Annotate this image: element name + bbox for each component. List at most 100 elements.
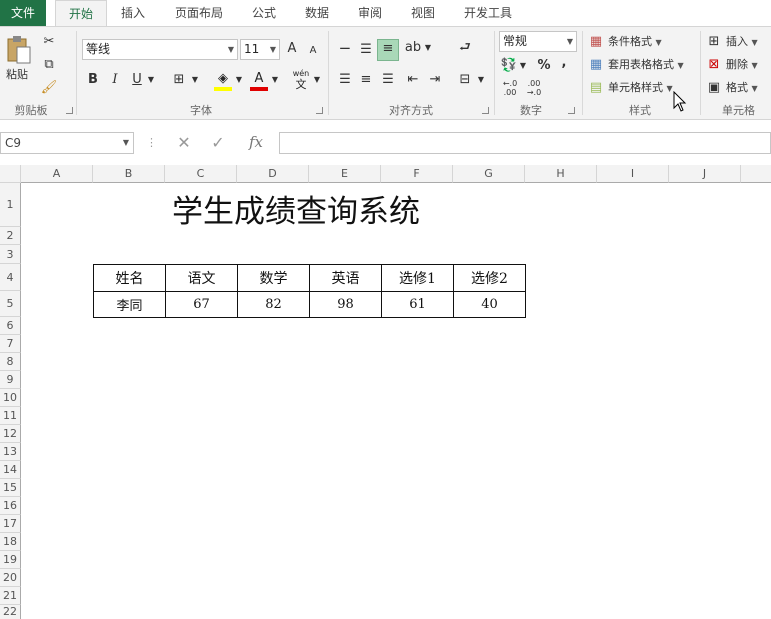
name-box[interactable]: C9 ▼ — [0, 132, 134, 154]
delete-cells-icon[interactable]: ⊠ — [706, 56, 722, 74]
worksheet-grid[interactable]: A B C D E F G H I J 1 2 3 4 5 6 7 8 9 10… — [0, 165, 771, 619]
number-launcher-icon[interactable] — [568, 107, 575, 114]
row-header-5[interactable]: 5 — [0, 291, 21, 317]
row-header-3[interactable]: 3 — [0, 245, 21, 264]
row-header-16[interactable]: 16 — [0, 497, 21, 515]
row-header-9[interactable]: 9 — [0, 371, 21, 389]
column-header-b[interactable]: B — [93, 165, 165, 183]
header-cell[interactable]: 姓名 — [93, 264, 166, 292]
header-cell[interactable]: 英语 — [309, 264, 382, 292]
row-header-14[interactable]: 14 — [0, 461, 21, 479]
comma-style-icon[interactable]: , — [558, 54, 570, 72]
row-header-6[interactable]: 6 — [0, 317, 21, 335]
data-cell[interactable]: 61 — [381, 291, 454, 318]
tab-file[interactable]: 文件 — [0, 0, 46, 26]
data-cell[interactable]: 98 — [309, 291, 382, 318]
format-cells-icon[interactable]: ▣ — [706, 79, 722, 97]
insert-cells-icon[interactable]: ⊞ — [706, 33, 722, 51]
tab-page-layout[interactable]: 页面布局 — [164, 0, 234, 26]
font-name-select[interactable]: 等线 ▼ — [82, 39, 238, 60]
column-header-h[interactable]: H — [525, 165, 597, 183]
clipboard-launcher-icon[interactable] — [66, 107, 73, 114]
orientation-dropdown-icon[interactable]: ▼ — [423, 39, 433, 57]
cancel-icon[interactable]: ✕ — [174, 134, 194, 152]
tab-view[interactable]: 视图 — [400, 0, 446, 26]
row-header-12[interactable]: 12 — [0, 425, 21, 443]
align-left-icon[interactable]: ☰ — [336, 71, 354, 89]
row-header-2[interactable]: 2 — [0, 227, 21, 245]
italic-button[interactable]: I — [108, 71, 122, 89]
row-header-19[interactable]: 19 — [0, 551, 21, 569]
increase-font-icon[interactable]: A — [284, 40, 300, 58]
merge-dropdown-icon[interactable]: ▼ — [476, 71, 486, 89]
sheet-title[interactable]: 学生成绩查询系统 — [172, 186, 420, 231]
conditional-formatting-button[interactable]: 条件格式 ▼ — [608, 34, 662, 51]
align-right-icon[interactable]: ☰ — [379, 71, 397, 89]
font-size-select[interactable]: 11 ▼ — [240, 39, 280, 60]
insert-function-icon[interactable]: fx — [244, 133, 268, 151]
increase-indent-icon[interactable]: ⇥ — [426, 71, 444, 89]
row-header-1[interactable]: 1 — [0, 183, 21, 227]
column-header-f[interactable]: F — [381, 165, 453, 183]
row-header-13[interactable]: 13 — [0, 443, 21, 461]
header-cell[interactable]: 选修1 — [381, 264, 454, 292]
cut-icon[interactable]: ✂ — [40, 33, 58, 51]
font-launcher-icon[interactable] — [316, 107, 323, 114]
underline-dropdown-icon[interactable]: ▼ — [146, 71, 156, 89]
paste-label[interactable]: 粘贴 — [6, 67, 28, 83]
accounting-dropdown-icon[interactable]: ▼ — [518, 57, 528, 75]
column-header-next[interactable] — [741, 165, 771, 183]
borders-icon[interactable]: ⊞ — [170, 71, 188, 89]
tab-insert[interactable]: 插入 — [110, 0, 156, 26]
column-header-a[interactable]: A — [21, 165, 93, 183]
decrease-decimal-icon[interactable]: .00 →.0 — [524, 79, 544, 97]
font-color-icon[interactable]: A — [250, 71, 268, 91]
align-middle-icon[interactable]: ☰ — [357, 41, 375, 59]
tab-data[interactable]: 数据 — [294, 0, 340, 26]
row-header-8[interactable]: 8 — [0, 353, 21, 371]
copy-icon[interactable]: ⧉ — [40, 56, 58, 74]
align-bottom-icon[interactable]: ≡ — [377, 39, 399, 61]
insert-cells-button[interactable]: 插入 ▼ — [726, 34, 758, 51]
data-cell[interactable]: 40 — [453, 291, 526, 318]
row-header-21[interactable]: 21 — [0, 587, 21, 605]
row-header-7[interactable]: 7 — [0, 335, 21, 353]
tab-developer[interactable]: 开发工具 — [452, 0, 524, 26]
font-color-dropdown-icon[interactable]: ▼ — [270, 71, 280, 89]
header-cell[interactable]: 选修2 — [453, 264, 526, 292]
underline-button[interactable]: U — [130, 71, 144, 89]
alignment-launcher-icon[interactable] — [482, 107, 489, 114]
phonetic-guide-icon[interactable]: wén 文 — [290, 69, 312, 91]
orientation-icon[interactable]: ab — [404, 39, 422, 57]
row-header-18[interactable]: 18 — [0, 533, 21, 551]
row-header-4[interactable]: 4 — [0, 264, 21, 291]
row-header-20[interactable]: 20 — [0, 569, 21, 587]
row-header-15[interactable]: 15 — [0, 479, 21, 497]
decrease-indent-icon[interactable]: ⇤ — [404, 71, 422, 89]
cell-styles-button[interactable]: 单元格样式 ▼ — [608, 80, 673, 97]
row-header-22[interactable]: 22 — [0, 605, 21, 619]
format-as-table-icon[interactable]: ▦ — [588, 56, 604, 74]
tab-home[interactable]: 开始 — [55, 0, 107, 27]
tab-formulas[interactable]: 公式 — [242, 0, 286, 26]
column-header-j[interactable]: J — [669, 165, 741, 183]
number-format-select[interactable]: 常规 ▼ — [499, 31, 577, 52]
column-header-i[interactable]: I — [597, 165, 669, 183]
format-as-table-button[interactable]: 套用表格格式 ▼ — [608, 57, 684, 74]
data-cell[interactable]: 李同 — [93, 291, 166, 318]
formula-input[interactable] — [279, 132, 771, 154]
data-cell[interactable]: 67 — [165, 291, 238, 318]
borders-dropdown-icon[interactable]: ▼ — [190, 71, 200, 89]
cell-styles-icon[interactable]: ▤ — [588, 79, 604, 97]
enter-icon[interactable]: ✓ — [208, 134, 228, 152]
merge-center-icon[interactable]: ⊟ — [456, 71, 474, 89]
row-header-10[interactable]: 10 — [0, 389, 21, 407]
accounting-format-icon[interactable]: 💱 — [500, 57, 518, 75]
delete-cells-button[interactable]: 删除 ▼ — [726, 57, 758, 74]
fill-color-icon[interactable]: ◈ — [214, 71, 232, 91]
column-header-d[interactable]: D — [237, 165, 309, 183]
select-all-button[interactable] — [0, 165, 21, 183]
fill-color-dropdown-icon[interactable]: ▼ — [234, 71, 244, 89]
wrap-text-icon[interactable]: ⮐ — [456, 39, 474, 57]
percent-style-icon[interactable]: % — [536, 57, 552, 75]
